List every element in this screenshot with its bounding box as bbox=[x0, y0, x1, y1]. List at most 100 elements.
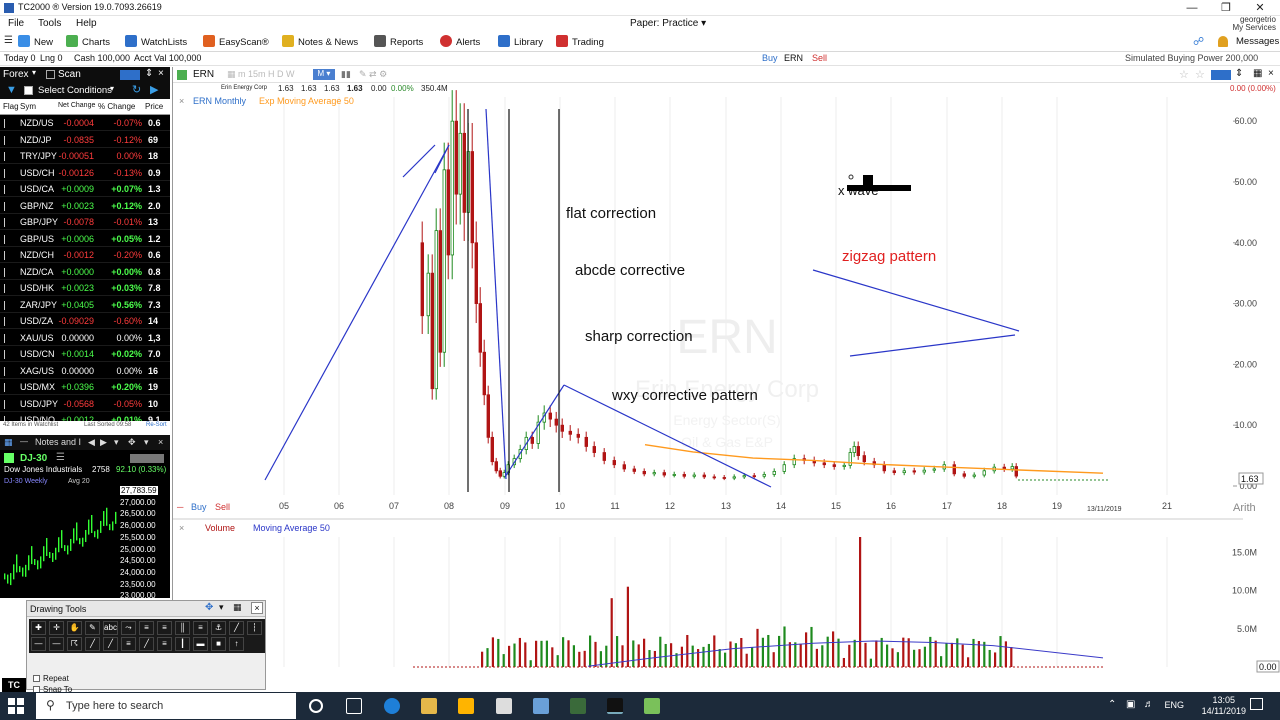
drawing-tool-button[interactable]: ≡ bbox=[157, 637, 172, 651]
menu-file[interactable]: File bbox=[8, 18, 24, 29]
menu-help[interactable]: Help bbox=[76, 18, 97, 29]
price-chart[interactable]: ERN Erin Energy Corp Energy Sector(S) Oi… bbox=[173, 67, 1280, 678]
play-icon[interactable]: ▶ bbox=[150, 83, 158, 96]
watchlist-row[interactable]: GBP/US +0.0006 +0.05% 1.2 bbox=[0, 231, 170, 247]
drawing-tool-button[interactable]: ↑ bbox=[229, 637, 244, 651]
watchlist-row[interactable]: NZD/CH -0.0012 -0.20% 0.6 bbox=[0, 247, 170, 263]
network-icon[interactable]: ▣ bbox=[1126, 699, 1135, 710]
row-flag-icon[interactable] bbox=[4, 234, 10, 244]
my-services-link[interactable]: My Services bbox=[1232, 24, 1276, 32]
share-icon[interactable]: ☍ bbox=[1193, 36, 1204, 48]
volume-close-x[interactable]: × bbox=[179, 523, 184, 533]
scan-checkbox[interactable] bbox=[46, 70, 55, 79]
tray-chevron-icon[interactable]: ⌃ bbox=[1108, 699, 1116, 710]
trendline-zigzag-upper[interactable] bbox=[812, 269, 1020, 332]
drawing-tool-button[interactable]: ≡ bbox=[139, 621, 154, 635]
repeat-option[interactable]: Repeat bbox=[33, 673, 72, 684]
price-axis[interactable]: 60.0050.0040.0030.0020.0010.000.00 bbox=[1233, 116, 1257, 491]
toolbar-notes-button[interactable]: Notes & News bbox=[282, 35, 358, 49]
mini-layout-icon[interactable]: ▦ bbox=[4, 437, 13, 448]
tab-dropdown-icon[interactable]: ▾ bbox=[144, 437, 149, 448]
messages-link[interactable]: Messages bbox=[1236, 36, 1279, 47]
drawing-tools-move-icon[interactable]: ✥ bbox=[205, 602, 213, 613]
watchlist-row[interactable]: USD/CA +0.0009 +0.07% 1.3 bbox=[0, 181, 170, 197]
arith-scale-toggle[interactable]: Arith bbox=[1233, 502, 1256, 514]
mini-chart-controls-icon[interactable] bbox=[130, 454, 164, 463]
drawing-tool-button[interactable]: ║ bbox=[175, 621, 190, 635]
watchlist-row[interactable]: NZD/JP -0.0835 -0.12% 69 bbox=[0, 132, 170, 148]
drawing-tool-button[interactable]: ╱ bbox=[103, 637, 118, 651]
toolbar-easyscan-button[interactable]: EasyScan® bbox=[203, 35, 269, 49]
watchlist-pin-icon[interactable]: ⇕ bbox=[145, 68, 153, 79]
row-flag-icon[interactable] bbox=[4, 201, 10, 211]
toolbar-trading-button[interactable]: Trading bbox=[556, 35, 604, 49]
annotation-sharp-correction[interactable]: sharp correction bbox=[585, 328, 693, 345]
watchlist-row[interactable]: NZD/US -0.0004 -0.07% 0.6 bbox=[0, 115, 170, 131]
hamburger-menu-icon[interactable]: ☰ bbox=[4, 36, 14, 46]
watchlist-close-icon[interactable]: × bbox=[158, 68, 164, 79]
row-flag-icon[interactable] bbox=[4, 119, 10, 128]
tab-next-icon[interactable]: ▶ bbox=[100, 437, 107, 448]
mini-chart-symbol[interactable]: DJ-30 bbox=[20, 453, 47, 464]
quick-buy-button[interactable]: Buy bbox=[762, 53, 778, 63]
toolbar-new-button[interactable]: New bbox=[18, 35, 53, 49]
row-flag-icon[interactable] bbox=[4, 350, 10, 359]
watchlist-row[interactable]: USD/HK +0.0023 +0.03% 7.8 bbox=[0, 280, 170, 296]
chart-buy-button[interactable]: Buy bbox=[191, 502, 207, 512]
row-flag-icon[interactable] bbox=[4, 251, 10, 260]
drawing-tool-button[interactable]: ✛ bbox=[49, 621, 64, 635]
watchlist-row[interactable]: TRY/JPY -0.00051 0.00% 18 bbox=[0, 148, 170, 164]
col-net-change[interactable]: Net Change bbox=[58, 102, 95, 109]
toolbar-reports-button[interactable]: Reports bbox=[374, 35, 423, 49]
messages-bell-icon[interactable] bbox=[1218, 36, 1228, 47]
paper-practice-dropdown[interactable]: Paper: Practice ▾ bbox=[630, 18, 706, 29]
trendline-drawings[interactable] bbox=[264, 108, 1020, 488]
volume-icon[interactable]: ♬ bbox=[1144, 699, 1154, 710]
watchlist-row[interactable]: GBP/JPY -0.0078 -0.01% 13 bbox=[0, 214, 170, 230]
conditions-chevron-icon[interactable]: ▾ bbox=[110, 84, 114, 93]
row-flag-icon[interactable] bbox=[4, 300, 10, 310]
task-view-icon[interactable] bbox=[346, 698, 362, 714]
annotation-wxy-pattern[interactable]: wxy corrective pattern bbox=[611, 387, 758, 404]
drawing-tool-button[interactable]: abc bbox=[103, 621, 118, 635]
volume-axis[interactable]: 15.0M 10.0M 5.0M bbox=[1232, 547, 1257, 633]
drawing-tool-button[interactable]: ■ bbox=[211, 637, 226, 651]
drawing-tool-button[interactable]: ┃ bbox=[175, 637, 190, 651]
drawing-tool-button[interactable]: ✋ bbox=[67, 621, 82, 635]
date-axis[interactable]: 05 06 07 08 09 10 11 12 13 14 15 16 17 18 19 21 bbox=[279, 501, 1172, 511]
windows-start-icon[interactable] bbox=[8, 698, 24, 714]
app-icon-1[interactable] bbox=[533, 698, 549, 714]
quick-sell-button[interactable]: Sell bbox=[812, 53, 827, 63]
row-flag-icon[interactable] bbox=[4, 317, 10, 326]
drawing-tools-pin-icon[interactable]: ▦ bbox=[233, 602, 242, 613]
indicator-ema-label[interactable]: Exp Moving Average 50 bbox=[259, 96, 354, 106]
row-flag-icon[interactable] bbox=[4, 383, 10, 392]
drawing-tools-close-icon[interactable]: × bbox=[251, 602, 263, 614]
drawing-tool-button[interactable]: ⤳ bbox=[121, 621, 136, 635]
row-flag-icon[interactable] bbox=[4, 284, 10, 293]
watchlist-row[interactable]: USD/MX +0.0396 +0.20% 19 bbox=[0, 379, 170, 395]
watchlist-dropdown-icon[interactable]: ▾ bbox=[32, 68, 36, 77]
drawing-tools-menu-icon[interactable]: ▾ bbox=[219, 602, 224, 613]
store-icon[interactable] bbox=[458, 698, 474, 714]
watchlist-row[interactable]: USD/CN +0.0014 +0.02% 7.0 bbox=[0, 346, 170, 362]
close-button[interactable]: ✕ bbox=[1242, 0, 1278, 16]
row-flag-icon[interactable] bbox=[4, 399, 10, 409]
mini-chart-list-icon[interactable]: ☰ bbox=[56, 452, 65, 463]
notes-tab[interactable]: Notes and I bbox=[35, 437, 81, 447]
indicator-main-label[interactable]: ERN Monthly bbox=[193, 96, 247, 106]
drawing-tool-button[interactable]: ⚓ bbox=[211, 621, 226, 635]
watchlist-row[interactable]: NZD/CA +0.0000 +0.00% 0.8 bbox=[0, 264, 170, 280]
drawing-tool-button[interactable]: ▬ bbox=[193, 637, 208, 651]
row-flag-icon[interactable] bbox=[4, 333, 10, 343]
edge-icon[interactable] bbox=[384, 698, 400, 714]
tab-close-icon[interactable]: × bbox=[158, 437, 163, 447]
toolbar-charts-button[interactable]: Charts bbox=[66, 35, 110, 49]
row-flag-icon[interactable] bbox=[4, 152, 10, 161]
drawing-tool-button[interactable]: ≡ bbox=[157, 621, 172, 635]
trendline-recovery[interactable] bbox=[504, 384, 565, 478]
mini-chart-dj30[interactable]: DJ-30 ☰ Dow Jones Industrials 2758 92.10… bbox=[0, 450, 170, 598]
annotation-abcde-corrective[interactable]: abcde corrective bbox=[575, 262, 685, 279]
cortana-icon[interactable] bbox=[309, 699, 323, 713]
watchlist-row[interactable]: USD/JPY -0.0568 -0.05% 10 bbox=[0, 396, 170, 412]
